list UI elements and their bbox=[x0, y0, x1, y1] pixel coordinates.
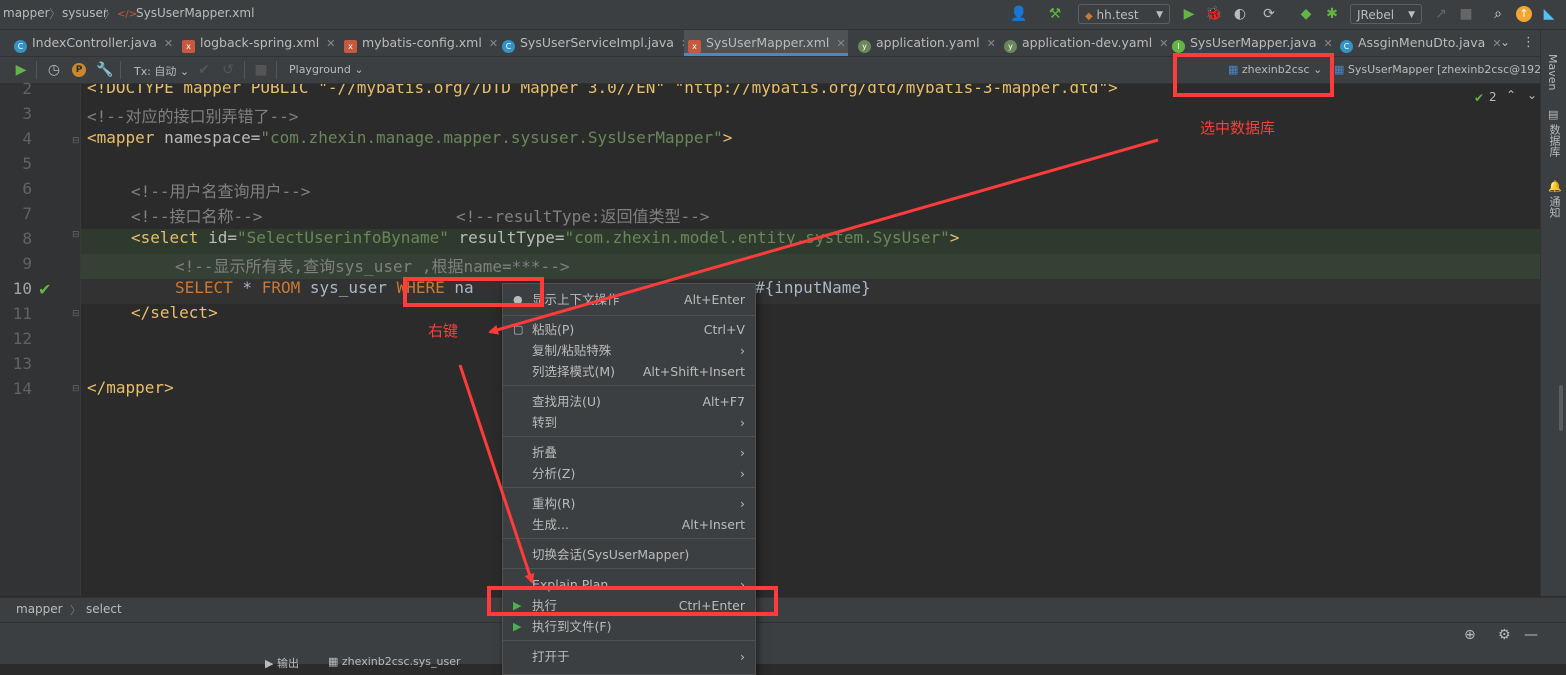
arrow-to-execute bbox=[458, 364, 535, 584]
annotation-arrows bbox=[458, 138, 1159, 584]
arrow-to-right-click bbox=[488, 138, 1159, 335]
